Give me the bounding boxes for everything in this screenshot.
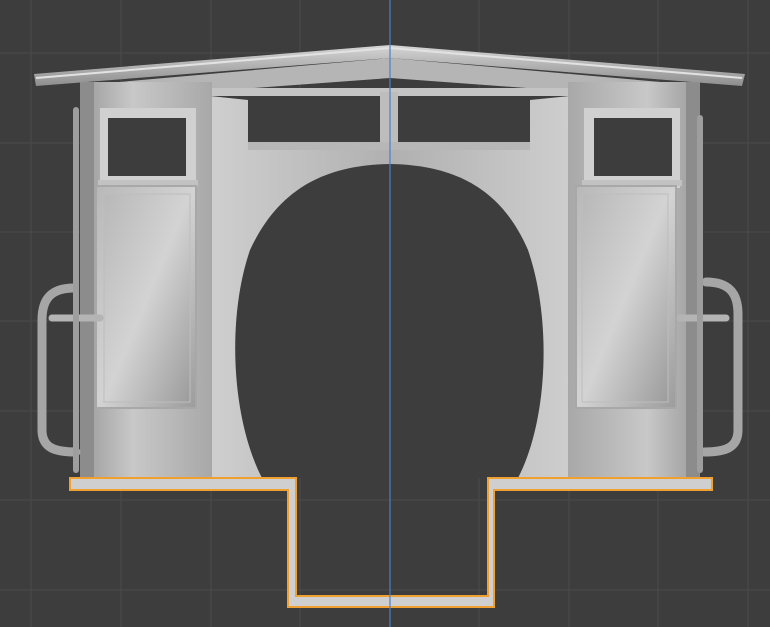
right-window-glass	[594, 118, 672, 176]
left-door-inner-panel	[103, 193, 191, 403]
left-window-glass	[108, 118, 186, 176]
floor-step-profile[interactable]	[69, 477, 713, 608]
arch-opening	[235, 164, 544, 478]
left-wall-edge	[80, 82, 94, 478]
window-divider	[380, 92, 398, 148]
3d-viewport[interactable]	[0, 0, 770, 627]
right-door-inner-panel	[581, 193, 669, 403]
